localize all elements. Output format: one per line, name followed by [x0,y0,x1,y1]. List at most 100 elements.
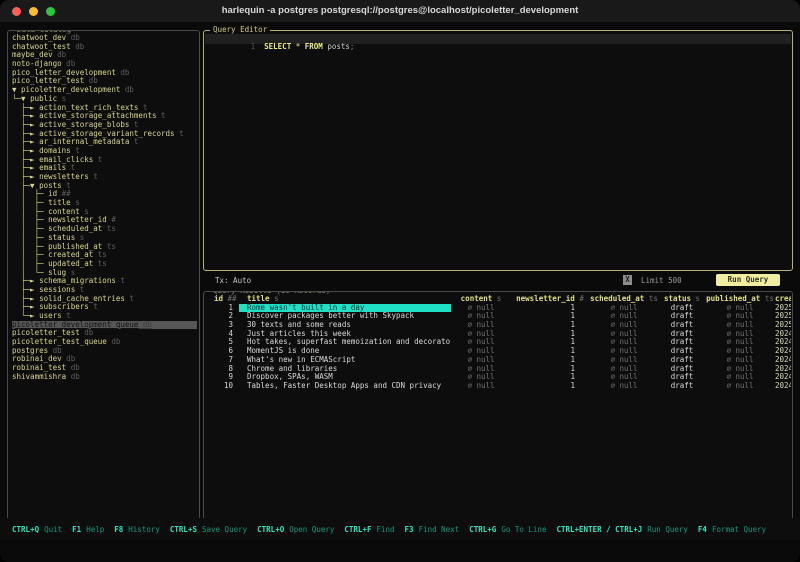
table-cell[interactable]: 2025 [775,304,791,313]
table-cell[interactable]: 3 [209,321,239,330]
limit-label[interactable]: Limit 500 [641,277,682,286]
table-cell[interactable]: 2 [209,312,239,321]
table-cell[interactable]: draft [659,304,705,313]
table-cell[interactable]: Tables, Faster Desktop Apps and CDN priv… [239,382,451,391]
table-cell[interactable]: 1 [511,338,589,347]
table-cell[interactable]: 1 [511,347,589,356]
table-cell[interactable]: ∅ null [589,382,659,391]
table-cell[interactable]: 4 [209,330,239,339]
run-query-button[interactable]: Run Query [716,274,780,286]
table-cell[interactable]: 1 [511,365,589,374]
table-cell[interactable]: 1 [511,356,589,365]
table-cell[interactable]: 2024 [775,365,791,374]
table-cell[interactable]: 2024 [775,347,791,356]
table-cell[interactable]: ∅ null [705,312,775,321]
table-cell[interactable]: ∅ null [451,321,511,330]
column-header[interactable]: content s [451,295,511,304]
shortcut[interactable]: F4Format Query [698,525,766,534]
table-cell[interactable]: ∅ null [589,330,659,339]
table-cell[interactable]: draft [659,347,705,356]
table-cell[interactable]: ∅ null [589,304,659,313]
table-cell[interactable]: ∅ null [451,330,511,339]
table-cell[interactable]: ∅ null [451,304,511,313]
table-cell[interactable]: Discover packages better with Skypack [239,312,451,321]
table-cell[interactable]: ∅ null [451,356,511,365]
column-header[interactable]: scheduled_at ts [589,295,659,304]
shortcut[interactable]: CTRL+SSave Query [170,525,247,534]
table-cell[interactable]: 9 [209,373,239,382]
table-cell[interactable]: draft [659,365,705,374]
table-cell[interactable]: 1 [511,304,589,313]
table-cell[interactable]: Just articles this week [239,330,451,339]
table-cell[interactable]: What's new in ECMAScript [239,356,451,365]
table-cell[interactable]: ∅ null [451,365,511,374]
editor-active-line[interactable]: 1SELECT * FROM posts; [205,34,791,44]
table-cell[interactable]: 2024 [775,373,791,382]
table-cell[interactable]: ∅ null [705,330,775,339]
table-cell[interactable]: draft [659,382,705,391]
sql-code[interactable]: SELECT * FROM posts; [264,42,354,51]
table-cell[interactable]: 2024 [775,330,791,339]
table-cell[interactable]: ∅ null [705,347,775,356]
table-cell[interactable]: ∅ null [589,365,659,374]
table-cell[interactable]: ∅ null [705,338,775,347]
table-cell[interactable]: 8 [209,365,239,374]
table-cell[interactable]: ∅ null [589,347,659,356]
table-cell[interactable]: ∅ null [451,373,511,382]
table-cell[interactable]: 30 texts and some reads [239,321,451,330]
table-cell[interactable]: ∅ null [589,338,659,347]
table-cell[interactable]: ∅ null [705,304,775,313]
shortcut[interactable]: CTRL+QQuit [12,525,62,534]
table-cell[interactable]: draft [659,312,705,321]
table-cell[interactable]: 7 [209,356,239,365]
table-cell[interactable]: draft [659,373,705,382]
shortcut[interactable]: CTRL+GGo To Line [469,525,546,534]
table-cell[interactable]: 1 [511,373,589,382]
table-cell[interactable]: Chrome and libraries [239,365,451,374]
table-cell[interactable]: ∅ null [451,382,511,391]
table-cell[interactable]: ∅ null [589,373,659,382]
table-cell[interactable]: Dropbox, SPAs, WASM [239,373,451,382]
table-cell[interactable]: ∅ null [705,382,775,391]
table-cell[interactable]: 2024 [775,382,791,391]
table-cell[interactable]: draft [659,330,705,339]
transaction-mode-label[interactable]: Tx: Auto [215,277,251,286]
table-cell[interactable]: 2024 [775,356,791,365]
column-header[interactable]: crea [775,295,791,304]
shortcut[interactable]: F1Help [72,525,104,534]
shortcut[interactable]: CTRL+OOpen Query [257,525,334,534]
table-cell[interactable]: ∅ null [451,347,511,356]
table-cell[interactable]: 1 [209,304,239,313]
table-cell[interactable]: 1 [511,330,589,339]
table-cell[interactable]: ∅ null [589,312,659,321]
table-cell[interactable]: 6 [209,347,239,356]
table-cell[interactable]: draft [659,321,705,330]
table-cell[interactable]: 2024 [775,338,791,347]
column-header[interactable]: published_at ts [705,295,775,304]
shortcut[interactable]: F3Find Next [405,525,460,534]
shortcut[interactable]: CTRL+ENTER / CTRL+JRun Query [556,525,687,534]
table-cell[interactable]: ∅ null [705,356,775,365]
query-editor-panel[interactable]: Query Editor 1SELECT * FROM posts; [203,30,793,271]
limit-checkbox[interactable]: X [623,275,632,285]
table-cell[interactable]: ∅ null [451,312,511,321]
table-cell[interactable]: ∅ null [705,365,775,374]
column-header[interactable]: newsletter_id # [511,295,589,304]
table-cell[interactable]: 2025 [775,312,791,321]
table-cell[interactable]: 2025 [775,321,791,330]
table-cell[interactable]: Hot takes, superfast memoization and dec… [239,338,451,347]
shortcut[interactable]: CTRL+FFind [344,525,394,534]
table-cell[interactable]: draft [659,356,705,365]
table-cell[interactable]: ∅ null [705,321,775,330]
table-cell[interactable]: 1 [511,382,589,391]
table-cell[interactable]: 5 [209,338,239,347]
shortcut[interactable]: F8History [114,525,160,534]
table-cell[interactable]: ∅ null [589,356,659,365]
table-cell[interactable]: 10 [209,382,239,391]
column-header[interactable]: status s [659,295,705,304]
table-cell[interactable]: ∅ null [589,321,659,330]
catalog-item[interactable]: shivammishra db [12,373,197,382]
table-cell[interactable]: Rome wasn't built in a day [239,304,451,313]
table-cell[interactable]: MomentJS is done [239,347,451,356]
table-cell[interactable]: draft [659,338,705,347]
